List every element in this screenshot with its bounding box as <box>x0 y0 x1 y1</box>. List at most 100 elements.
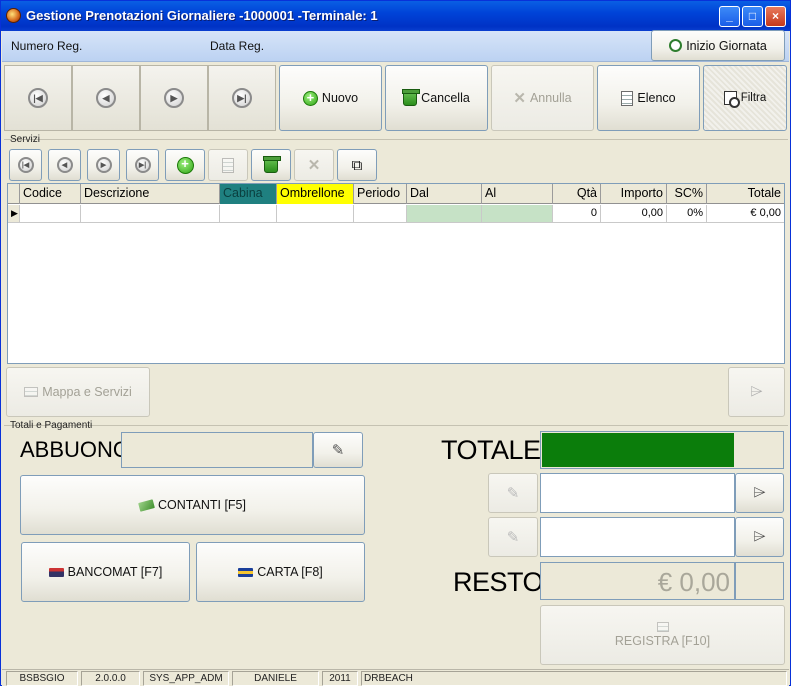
row-indicator-icon: ▶ <box>8 205 20 223</box>
cancella-label: Cancella <box>421 91 470 105</box>
grid-header: Codice Descrizione Cabina Ombrellone Per… <box>8 184 784 204</box>
plus-icon: + <box>302 90 318 106</box>
payment2-tag-button[interactable]: ⌲ <box>735 517 784 557</box>
servizi-edit-button[interactable] <box>208 149 248 181</box>
cell-codice[interactable] <box>20 205 81 223</box>
map-icon <box>24 387 39 397</box>
data-reg-label: Data Reg. <box>210 39 265 53</box>
servizi-search-button[interactable]: ⧉ <box>337 149 377 181</box>
mappa-servizi-button[interactable]: Mappa e Servizi <box>6 367 150 417</box>
cell-ombrellone[interactable] <box>277 205 354 223</box>
servizi-add-button[interactable]: + <box>165 149 205 181</box>
abbuono-field[interactable] <box>121 432 313 468</box>
annulla-button[interactable]: ✕ Annulla <box>491 65 594 131</box>
carta-button[interactable]: CARTA [F8] <box>196 542 365 602</box>
totale-label: TOTALE <box>441 435 541 465</box>
inizio-giornata-label: Inizio Giornata <box>686 38 767 53</box>
payment2-field[interactable] <box>540 517 735 557</box>
last-icon: ▶| <box>134 157 151 173</box>
cell-cabina[interactable] <box>220 205 277 223</box>
col-sc[interactable]: SC% <box>667 184 707 204</box>
servizi-delete-button[interactable] <box>251 149 291 181</box>
registra-button[interactable]: REGISTRA [F10] <box>540 605 785 665</box>
cell-periodo[interactable] <box>354 205 407 223</box>
nuovo-label: Nuovo <box>321 91 359 105</box>
filtra-button[interactable]: Filtra <box>703 65 787 131</box>
trash-icon <box>402 88 421 106</box>
col-ombrellone[interactable]: Ombrellone <box>277 184 354 204</box>
cell-al[interactable] <box>482 205 553 223</box>
filtra-label: Filtra <box>740 92 767 104</box>
col-totale[interactable]: Totale <box>707 184 784 204</box>
cell-importo[interactable]: 0,00 <box>601 205 667 223</box>
last-record-button[interactable]: ▶| <box>208 65 276 131</box>
registra-label: REGISTRA [F10] <box>614 634 711 648</box>
status-year: 2011 <box>322 671 358 686</box>
main-window: Gestione Prenotazioni Giornaliere -10000… <box>0 0 791 686</box>
minimize-button[interactable]: _ <box>719 6 740 27</box>
servizi-next-button[interactable]: ▶ <box>87 149 120 181</box>
cancella-button[interactable]: Cancella <box>385 65 488 131</box>
payment1-tag-button[interactable]: ⌲ <box>735 473 784 513</box>
elenco-label: Elenco <box>637 91 676 105</box>
contanti-button[interactable]: CONTANTI [F5] <box>20 475 365 535</box>
title-bar[interactable]: Gestione Prenotazioni Giornaliere -10000… <box>1 1 790 31</box>
prev-icon: ◀ <box>96 88 116 108</box>
totale-field <box>540 431 784 469</box>
cell-descrizione[interactable] <box>81 205 220 223</box>
prev-icon: ◀ <box>56 157 73 173</box>
totali-group <box>4 425 788 426</box>
plus-icon: + <box>176 156 194 174</box>
totale-value-fill <box>542 433 734 467</box>
payment1-edit-button[interactable]: ✎ <box>488 473 538 513</box>
close-button[interactable]: × <box>765 6 786 27</box>
payment2-edit-button[interactable]: ✎ <box>488 517 538 557</box>
col-periodo[interactable]: Periodo <box>354 184 407 204</box>
first-record-button[interactable]: |◀ <box>4 65 72 131</box>
binoculars-icon: ⧉ <box>351 156 363 174</box>
prev-record-button[interactable]: ◀ <box>72 65 140 131</box>
mappa-servizi-label: Mappa e Servizi <box>42 385 132 399</box>
elenco-button[interactable]: Elenco <box>597 65 700 131</box>
payment1-field[interactable] <box>540 473 735 513</box>
status-company: DRBEACH <box>361 671 787 686</box>
col-dal[interactable]: Dal <box>407 184 482 204</box>
document-icon <box>222 157 234 173</box>
servizi-tag-button[interactable]: ⌲ <box>728 367 785 417</box>
next-icon: ▶ <box>95 157 112 173</box>
visa-card-icon <box>238 567 254 577</box>
servizi-grid[interactable]: Codice Descrizione Cabina Ombrellone Per… <box>7 183 785 364</box>
servizi-last-button[interactable]: ▶| <box>126 149 159 181</box>
servizi-prev-button[interactable]: ◀ <box>48 149 81 181</box>
nuovo-button[interactable]: + Nuovo <box>279 65 382 131</box>
next-record-button[interactable]: ▶ <box>140 65 208 131</box>
cell-sc[interactable]: 0% <box>667 205 707 223</box>
col-importo[interactable]: Importo <box>601 184 667 204</box>
cell-dal[interactable] <box>407 205 482 223</box>
abbuono-edit-button[interactable]: ✎ <box>313 432 363 468</box>
app-icon[interactable] <box>6 8 21 23</box>
tag-icon: ⌲ <box>753 484 766 501</box>
col-descrizione[interactable]: Descrizione <box>81 184 220 204</box>
col-al[interactable]: Al <box>482 184 553 204</box>
col-cabina[interactable]: Cabina <box>220 184 277 204</box>
cell-qta[interactable]: 0 <box>553 205 601 223</box>
servizi-group-label: Servizi <box>10 134 41 145</box>
x-icon: ✕ <box>307 157 321 174</box>
trash-icon <box>263 155 281 173</box>
maximize-button[interactable]: □ <box>742 6 763 27</box>
col-qta[interactable]: Qtà <box>553 184 601 204</box>
bancomat-card-icon <box>48 567 64 577</box>
servizi-first-button[interactable]: |◀ <box>9 149 42 181</box>
carta-label: CARTA [F8] <box>257 565 323 579</box>
cell-totale[interactable]: € 0,00 <box>707 205 784 223</box>
bancomat-button[interactable]: BANCOMAT [F7] <box>21 542 190 602</box>
servizi-cancel-button[interactable]: ✕ <box>294 149 334 181</box>
filter-search-icon <box>723 91 740 108</box>
pencil-icon: ✎ <box>506 529 520 546</box>
bancomat-label: BANCOMAT [F7] <box>67 565 163 579</box>
col-codice[interactable]: Codice <box>20 184 81 204</box>
status-profile: SYS_APP_ADM <box>143 671 229 686</box>
resto-field: € 0,00 <box>540 562 735 600</box>
inizio-giornata-button[interactable]: Inizio Giornata <box>651 30 785 61</box>
